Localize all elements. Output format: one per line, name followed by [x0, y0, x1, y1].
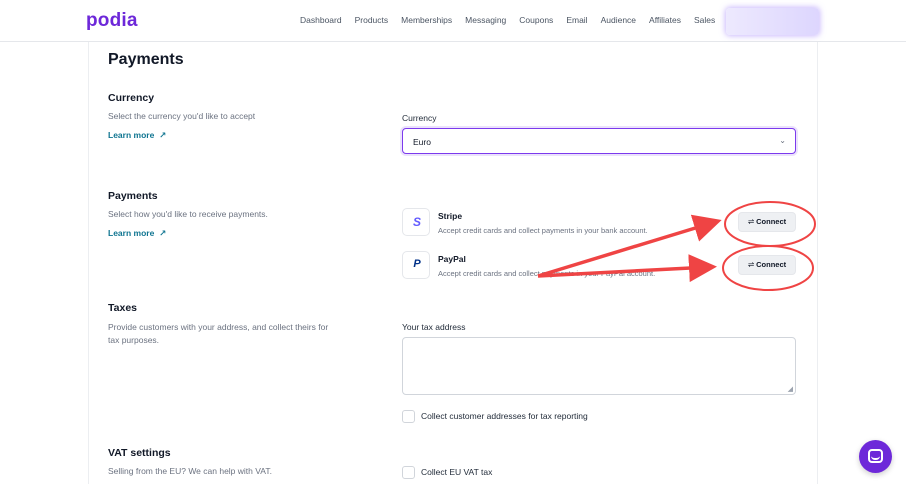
stripe-icon: S — [402, 208, 430, 236]
top-navigation-bar: podia Dashboard Products Memberships Mes… — [0, 0, 906, 42]
paypal-name: PayPal — [438, 254, 466, 264]
paypal-logo-glyph: P — [413, 258, 421, 270]
learn-more-label: Learn more — [108, 228, 155, 238]
paypal-description: Accept credit cards and collect payments… — [438, 269, 656, 278]
nav-affiliates[interactable]: Affiliates — [649, 15, 681, 25]
nav-audience[interactable]: Audience — [601, 15, 636, 25]
paypal-icon: P — [402, 251, 430, 279]
main-nav: Dashboard Products Memberships Messaging… — [300, 15, 728, 25]
swap-arrows-icon: ⇌ — [747, 217, 755, 226]
currency-learn-more-link[interactable]: Learn more ↗ — [108, 130, 166, 141]
collect-vat-label: Collect EU VAT tax — [421, 467, 493, 477]
nav-products[interactable]: Products — [355, 15, 389, 25]
page-title: Payments — [108, 51, 184, 68]
payments-learn-more-link[interactable]: Learn more ↗ — [108, 228, 166, 239]
swap-arrows-icon: ⇌ — [747, 260, 755, 269]
currency-section-description: Select the currency you'd like to accept — [108, 111, 256, 121]
account-menu-button[interactable] — [726, 8, 819, 35]
stripe-connect-button[interactable]: ⇌ Connect — [738, 212, 796, 232]
chevron-down-icon: ⌄ — [779, 136, 786, 145]
chat-launcher-button[interactable] — [859, 440, 892, 473]
taxes-section-title: Taxes — [108, 302, 137, 314]
nav-coupons[interactable]: Coupons — [519, 15, 553, 25]
currency-select[interactable]: Euro ⌄ — [402, 128, 796, 154]
payments-section-description: Select how you'd like to receive payment… — [108, 209, 268, 219]
stripe-logo-glyph: S — [412, 215, 421, 229]
currency-field-label: Currency — [402, 113, 437, 123]
podia-logo[interactable]: podia — [86, 10, 138, 32]
currency-selected-value: Euro — [413, 137, 431, 147]
vat-section-description: Selling from the EU? We can help with VA… — [108, 466, 272, 476]
payments-section-title: Payments — [108, 190, 158, 202]
nav-sales[interactable]: Sales — [694, 15, 715, 25]
nav-email[interactable]: Email — [566, 15, 587, 25]
nav-messaging[interactable]: Messaging — [465, 15, 506, 25]
paypal-connect-button[interactable]: ⇌ Connect — [738, 255, 796, 275]
connect-label: Connect — [756, 217, 787, 226]
collect-addresses-checkbox[interactable] — [402, 410, 415, 423]
resize-grip-icon[interactable]: ◢ — [788, 385, 793, 393]
external-arrow-icon: ↗ — [159, 228, 167, 238]
vat-section-title: VAT settings — [108, 447, 171, 459]
nav-dashboard[interactable]: Dashboard — [300, 15, 342, 25]
collect-vat-checkbox[interactable] — [402, 466, 415, 479]
stripe-description: Accept credit cards and collect payments… — [438, 226, 648, 235]
stripe-name: Stripe — [438, 211, 463, 221]
taxes-section-description: Provide customers with your address, and… — [108, 322, 329, 345]
currency-section-title: Currency — [108, 92, 155, 104]
tax-address-label: Your tax address — [402, 322, 466, 332]
collect-addresses-label: Collect customer addresses for tax repor… — [421, 411, 588, 421]
nav-memberships[interactable]: Memberships — [401, 15, 452, 25]
external-arrow-icon: ↗ — [159, 130, 167, 140]
learn-more-label: Learn more — [108, 130, 155, 140]
tax-address-textarea[interactable]: ◢ — [402, 337, 796, 395]
connect-label: Connect — [756, 260, 787, 269]
